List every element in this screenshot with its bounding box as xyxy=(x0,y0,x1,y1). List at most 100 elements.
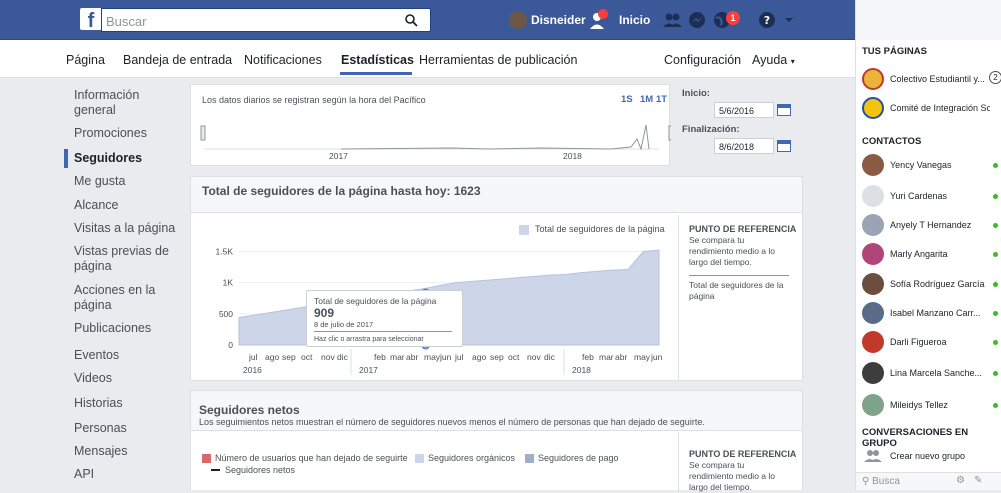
nav-visitas[interactable]: Visitas a la página xyxy=(64,221,182,236)
online-indicator xyxy=(993,223,998,228)
help-menu[interactable]: Ayuda ▾ xyxy=(752,53,795,67)
nav-promociones[interactable]: Promociones xyxy=(64,126,182,141)
notification-dot xyxy=(598,9,608,19)
reference-line xyxy=(689,275,789,276)
tab-pagina[interactable]: Página xyxy=(66,53,105,67)
config-link[interactable]: Configuración xyxy=(664,53,741,67)
nav-vistas-previas[interactable]: Vistas previas de página xyxy=(64,244,182,274)
reference-item: Total de seguidores de la página xyxy=(689,280,784,301)
range-handle-left[interactable] xyxy=(200,125,206,141)
online-indicator xyxy=(993,163,998,168)
tooltip-hint: Haz clic o arrastra para seleccionar xyxy=(314,336,424,343)
range-handle-right[interactable] xyxy=(668,125,671,141)
legend-paid: Seguidores de pago xyxy=(538,453,619,463)
tab-bandeja[interactable]: Bandeja de entrada xyxy=(123,53,232,67)
contact-item[interactable]: Darli Figueroa xyxy=(862,331,1001,355)
start-calendar-icon[interactable] xyxy=(777,104,791,116)
nav-historias[interactable]: Historias xyxy=(64,396,182,411)
online-indicator xyxy=(993,403,998,408)
tab-notificaciones[interactable]: Notificaciones xyxy=(244,53,322,67)
gear-icon[interactable]: ⚙ xyxy=(956,475,965,486)
right-column-header xyxy=(855,0,1001,40)
pages-count-badge: 2 xyxy=(989,71,1001,84)
search-input[interactable]: Buscar xyxy=(101,8,431,32)
contact-name: Darli Figueroa xyxy=(890,337,947,347)
followers-card-header: Total de seguidores de la página hasta h… xyxy=(191,177,802,213)
x-tick-label: sep xyxy=(282,352,296,362)
nav-alcance[interactable]: Alcance xyxy=(64,198,182,213)
tab-herramientas[interactable]: Herramientas de publicación xyxy=(419,53,577,67)
friends-icon[interactable] xyxy=(661,9,683,31)
x-tick-label: may xyxy=(424,352,441,362)
help-icon[interactable]: ? xyxy=(756,9,778,31)
contact-name: Isabel Manzano Carr... xyxy=(890,308,981,318)
contact-item[interactable]: Marly Angarita xyxy=(862,243,1001,267)
end-calendar-icon[interactable] xyxy=(777,140,791,152)
contact-name: Yuri Cardenas xyxy=(890,191,948,201)
profile-link[interactable]: Disneider xyxy=(531,13,586,27)
followers-card: Total de seguidores de la página hasta h… xyxy=(190,176,803,381)
avatar xyxy=(862,362,884,384)
nav-seguidores[interactable]: Seguidores xyxy=(64,149,182,168)
online-indicator xyxy=(993,340,998,345)
chevron-down-icon[interactable] xyxy=(778,9,800,31)
page-name: Comité de Integración So... xyxy=(890,103,990,113)
legend-unfollow: Número de usuarios que han dejado de seg… xyxy=(215,453,408,463)
contact-item[interactable]: Yuri Cardenas xyxy=(862,185,1001,209)
tab-estadisticas[interactable]: Estadísticas xyxy=(341,53,414,67)
tooltip-date: 8 de julio de 2017 xyxy=(314,320,374,329)
date-range-card: Los datos diarios se registran según la … xyxy=(190,84,671,166)
avatar xyxy=(862,273,884,295)
period-1t[interactable]: 1T xyxy=(656,94,667,105)
nav-publicaciones[interactable]: Publicaciones xyxy=(64,321,182,336)
legend-unfollow-swatch xyxy=(202,454,211,463)
avatar xyxy=(862,214,884,236)
period-1s[interactable]: 1S xyxy=(621,94,633,105)
nav-me-gusta[interactable]: Me gusta xyxy=(64,174,182,189)
start-date-input[interactable]: 5/6/2016 xyxy=(714,102,774,118)
messenger-icon[interactable] xyxy=(686,9,708,31)
x-tick-label: dic xyxy=(337,352,349,362)
legend-organic: Seguidores orgánicos xyxy=(428,453,516,463)
chat-search[interactable]: ⚲ Busca ⚙ ✎ xyxy=(856,472,1001,490)
y-tick-label: 1.5K xyxy=(216,246,234,256)
page-item[interactable]: Colectivo Estudiantil y... 2 xyxy=(862,68,1001,92)
x-year-label: 2017 xyxy=(359,365,378,375)
nav-mensajes[interactable]: Mensajes xyxy=(64,444,182,459)
y-tick-label: 1K xyxy=(223,278,234,288)
contact-item[interactable]: Sofía Rodríguez García xyxy=(862,273,1001,297)
facebook-logo-icon[interactable]: f xyxy=(80,8,102,30)
tooltip-value: 909 xyxy=(314,306,335,320)
nav-videos[interactable]: Videos xyxy=(64,371,182,386)
compose-icon[interactable]: ✎ xyxy=(974,475,982,486)
insights-sidebar: Información general Promociones Seguidor… xyxy=(64,86,182,482)
nav-eventos[interactable]: Eventos xyxy=(64,348,182,363)
range-year-2017: 2017 xyxy=(329,151,348,161)
period-1m[interactable]: 1M xyxy=(640,94,653,105)
contact-item[interactable]: Mileidys Tellez xyxy=(862,394,1001,418)
range-sparkline[interactable] xyxy=(191,109,671,155)
contacts-heading: CONTACTOS xyxy=(862,136,922,147)
online-indicator xyxy=(993,252,998,257)
legend-net: Seguidores netos xyxy=(225,465,296,475)
contact-item[interactable]: Lina Marcela Sanche... xyxy=(862,362,1001,386)
contact-item[interactable]: Anyely T Hernandez xyxy=(862,214,1001,238)
nav-api[interactable]: API xyxy=(64,467,182,482)
page-avatar xyxy=(862,68,884,90)
search-icon[interactable] xyxy=(404,13,418,27)
nav-acciones[interactable]: Acciones en la página xyxy=(64,283,182,313)
reference-title: PUNTO DE REFERENCIA xyxy=(689,224,797,234)
legend-paid-swatch xyxy=(525,454,534,463)
contact-item[interactable]: Yency Vanegas xyxy=(862,154,1001,178)
nav-personas[interactable]: Personas xyxy=(64,421,182,436)
page-item[interactable]: Comité de Integración So... xyxy=(862,97,1001,121)
home-link[interactable]: Inicio xyxy=(619,13,650,27)
contact-item[interactable]: Isabel Manzano Carr... xyxy=(862,302,1001,326)
user-avatar[interactable] xyxy=(509,11,527,29)
nav-informacion-general[interactable]: Información general xyxy=(64,88,182,118)
y-tick-label: 500 xyxy=(219,309,233,319)
end-date-input[interactable]: 8/6/2018 xyxy=(714,138,774,154)
chat-search-label: ⚲ Busca xyxy=(862,476,900,487)
avatar xyxy=(862,185,884,207)
new-group-item[interactable]: Crear nuevo grupo xyxy=(862,445,1001,469)
